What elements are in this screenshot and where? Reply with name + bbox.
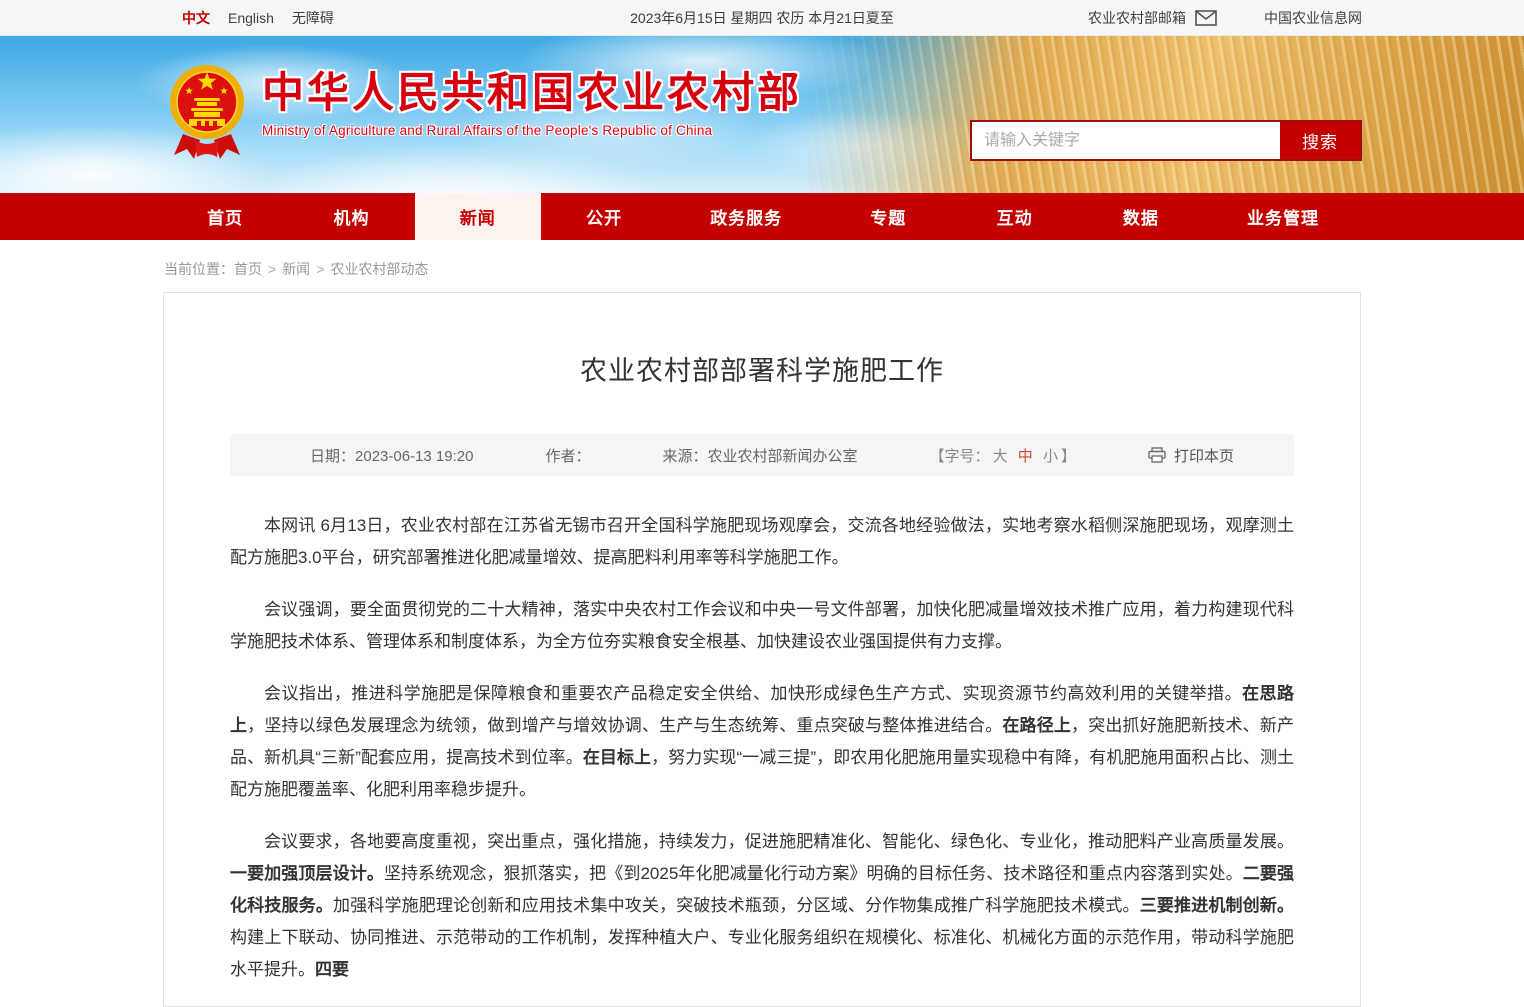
printer-icon xyxy=(1148,447,1166,463)
meta-source: 来源：农业农村部新闻办公室 xyxy=(663,445,858,466)
breadcrumb-link[interactable]: 首页 xyxy=(234,261,262,277)
meta-date: 日期：2023-06-13 19:20 xyxy=(310,445,473,466)
nav-item-公开[interactable]: 公开 xyxy=(541,193,667,240)
date-lunar-info: 2023年6月15日 星期四 农历 本月21日夏至 xyxy=(630,8,894,28)
article-container: 农业农村部部署科学施肥工作 日期：2023-06-13 19:20 作者： 来源… xyxy=(163,292,1361,1007)
accessibility-link[interactable]: 无障碍 xyxy=(292,8,334,28)
breadcrumb-separator: > xyxy=(316,261,324,277)
search-input[interactable] xyxy=(972,122,1280,159)
site-banner: 中华人民共和国农业农村部 Ministry of Agriculture and… xyxy=(0,36,1524,193)
lang-switch-chinese[interactable]: 中文 xyxy=(182,8,210,28)
nav-item-首页[interactable]: 首页 xyxy=(162,193,288,240)
meta-author: 作者： xyxy=(545,445,590,466)
fontsize-option-中[interactable]: 中 xyxy=(1018,448,1033,465)
top-utility-bar: 中文 English 无障碍 2023年6月15日 星期四 农历 本月21日夏至… xyxy=(0,0,1524,36)
meta-source-label: 来源： xyxy=(663,448,708,465)
nav-item-专题[interactable]: 专题 xyxy=(825,193,951,240)
china-agri-info-net-link[interactable]: 中国农业信息网 xyxy=(1264,8,1362,28)
meta-date-value: 2023-06-13 19:20 xyxy=(355,448,473,465)
nav-item-新闻[interactable]: 新闻 xyxy=(415,193,541,240)
search-button[interactable]: 搜索 xyxy=(1280,122,1360,159)
national-emblem-icon xyxy=(167,58,247,167)
site-title: 中华人民共和国农业农村部 xyxy=(262,70,802,116)
main-nav-list: 首页机构新闻公开政务服务专题互动数据业务管理 xyxy=(162,193,1362,240)
breadcrumb-row: 当前位置：首页 > 新闻 > 农业农村部动态 xyxy=(0,240,1524,288)
article-body: 本网讯 6月13日，农业农村部在江苏省无锡市召开全国科学施肥现场观摩会，交流各地… xyxy=(230,476,1294,986)
article-paragraph: 会议指出，推进科学施肥是保障粮食和重要农产品稳定安全供给、加快形成绿色生产方式、… xyxy=(230,678,1294,806)
breadcrumb-link[interactable]: 农业农村部动态 xyxy=(330,261,428,277)
breadcrumb: 首页 > 新闻 > 农业农村部动态 xyxy=(234,261,428,277)
breadcrumb-prefix: 当前位置： xyxy=(164,261,234,277)
print-page-button[interactable]: 打印本页 xyxy=(1148,445,1234,466)
fontsize-option-小[interactable]: 小 xyxy=(1043,448,1058,465)
breadcrumb-separator: > xyxy=(268,261,276,277)
nav-item-机构[interactable]: 机构 xyxy=(288,193,414,240)
site-search: 搜索 xyxy=(970,120,1362,161)
meta-author-label: 作者： xyxy=(545,448,590,465)
nav-item-数据[interactable]: 数据 xyxy=(1078,193,1204,240)
article-paragraph: 会议强调，要全面贯彻党的二十大精神，落实中央农村工作会议和中央一号文件部署，加快… xyxy=(230,594,1294,658)
print-label: 打印本页 xyxy=(1174,445,1234,466)
ministry-mailbox-link[interactable]: 农业农村部邮箱 xyxy=(1088,8,1186,28)
nav-item-业务管理[interactable]: 业务管理 xyxy=(1204,193,1362,240)
meta-source-value: 农业农村部新闻办公室 xyxy=(708,448,858,465)
site-title-english: Ministry of Agriculture and Rural Affair… xyxy=(262,123,802,138)
lang-switch-english[interactable]: English xyxy=(228,10,274,26)
article-meta-bar: 日期：2023-06-13 19:20 作者： 来源：农业农村部新闻办公室 【字… xyxy=(230,434,1294,476)
main-navigation: 首页机构新闻公开政务服务专题互动数据业务管理 xyxy=(0,193,1524,240)
topbar-left: 中文 English 无障碍 xyxy=(162,8,334,28)
font-size-switcher: 【字号：大 中 小】 xyxy=(930,445,1076,466)
article-title: 农业农村部部署科学施肥工作 xyxy=(230,349,1294,388)
article-paragraph: 会议要求，各地要高度重视，突出重点，强化措施，持续发力，促进施肥精准化、智能化、… xyxy=(230,826,1294,986)
fontsize-prefix: 【字号： xyxy=(930,448,990,465)
site-titles: 中华人民共和国农业农村部 Ministry of Agriculture and… xyxy=(262,58,802,138)
site-logo-area[interactable]: 中华人民共和国农业农村部 Ministry of Agriculture and… xyxy=(167,58,802,167)
article-paragraph: 本网讯 6月13日，农业农村部在江苏省无锡市召开全国科学施肥现场观摩会，交流各地… xyxy=(230,510,1294,574)
topbar-right: 农业农村部邮箱 中国农业信息网 xyxy=(1088,8,1362,28)
nav-item-互动[interactable]: 互动 xyxy=(951,193,1077,240)
fontsize-option-大[interactable]: 大 xyxy=(993,448,1008,465)
fontsize-suffix: 】 xyxy=(1061,448,1076,465)
nav-item-政务服务[interactable]: 政务服务 xyxy=(667,193,825,240)
meta-date-label: 日期： xyxy=(310,448,355,465)
breadcrumb-link[interactable]: 新闻 xyxy=(282,261,310,277)
envelope-icon[interactable] xyxy=(1195,10,1217,26)
